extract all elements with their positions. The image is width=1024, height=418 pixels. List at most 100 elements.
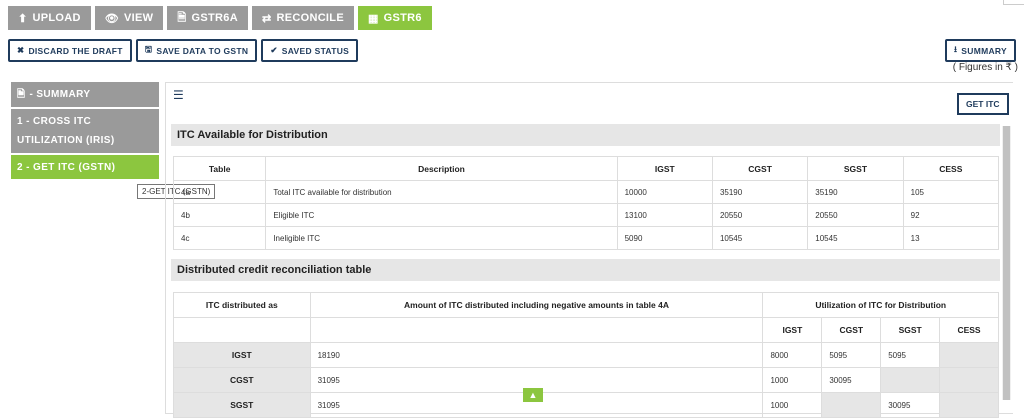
col-header: CESS <box>939 317 999 343</box>
action-bar: ✖ DISCARD THE DRAFT 🖫 SAVE DATA TO GSTN ✔ S… <box>8 39 359 62</box>
cell: 20550 <box>807 203 904 227</box>
button-label: SAVE DATA TO GSTN <box>156 45 249 56</box>
reconciliation-table: ITC distributed as Amount of ITC distrib… <box>173 292 999 418</box>
top-tabs: ⬆ UPLOAD 👁 VIEW 🗎 GSTR6A ⇄ RECONCILE ▦ GSTR6 <box>8 6 432 30</box>
tab-label: VIEW <box>124 12 154 24</box>
col-header: SGST <box>880 317 941 343</box>
row-label: IGST <box>173 342 311 368</box>
corner-edge <box>1003 0 1024 5</box>
cell <box>880 367 941 393</box>
cell: 1000 <box>762 392 823 418</box>
col-header: CESS <box>902 156 1000 181</box>
get-itc-button[interactable]: GET ITC <box>957 93 1009 115</box>
col-header: IGST <box>616 156 713 181</box>
cell: 4c <box>172 226 267 250</box>
table-row: CGST 31095 1000 30095 <box>173 367 999 393</box>
cell: 5090 <box>616 226 713 250</box>
cell: 35190 <box>711 180 809 204</box>
cell: Total ITC available for distribution <box>265 180 618 204</box>
cell: 10545 <box>711 226 809 250</box>
tab-upload[interactable]: ⬆ UPLOAD <box>8 6 91 30</box>
button-label: SUMMARY <box>961 45 1007 56</box>
cell: 10000 <box>616 180 713 204</box>
cell: 4b <box>172 203 267 227</box>
save-to-gstn-button[interactable]: 🖫 SAVE DATA TO GSTN <box>135 39 258 62</box>
cell: 1000 <box>762 367 823 393</box>
tab-label: GSTR6A <box>191 12 238 24</box>
cell: 35190 <box>807 180 904 204</box>
col-header: Description <box>265 156 618 181</box>
cell: 13100 <box>616 203 713 227</box>
row-label: SGST <box>173 392 311 418</box>
discard-draft-button[interactable]: ✖ DISCARD THE DRAFT <box>8 39 132 62</box>
table-row: SGST 31095 1000 30095 <box>173 392 999 418</box>
table-header-row: ITC distributed as Amount of ITC distrib… <box>173 292 999 318</box>
col-header: CGST <box>821 317 882 343</box>
cell: 10545 <box>807 226 904 250</box>
scrollbar-thumb[interactable] <box>1003 126 1010 400</box>
table-row: IGST 18190 8000 5095 5095 <box>173 342 999 368</box>
cell: Eligible ITC <box>265 203 618 227</box>
tab-gstr6a[interactable]: 🗎 GSTR6A <box>167 6 248 30</box>
saved-status-button[interactable]: ✔ SAVED STATUS <box>261 39 359 62</box>
cell: 8000 <box>762 342 823 368</box>
table-row: 4b Eligible ITC 13100 20550 20550 92 <box>172 203 1000 227</box>
col-header: Utilization of ITC for Distribution <box>762 292 999 318</box>
cell <box>939 367 999 393</box>
cell: Ineligible ITC <box>265 226 618 250</box>
tab-view[interactable]: 👁 VIEW <box>94 6 164 30</box>
tab-gstr6[interactable]: ▦ GSTR6 <box>357 6 432 30</box>
cell: 92 <box>902 203 1000 227</box>
cell: 105 <box>902 180 1000 204</box>
col-header: Amount of ITC distributed including nega… <box>309 292 764 318</box>
col-header: CGST <box>711 156 809 181</box>
chevron-up-icon: ▲ <box>528 390 538 400</box>
document-icon: 🗎 <box>177 11 187 24</box>
tab-reconcile[interactable]: ⇄ RECONCILE <box>251 6 354 30</box>
vertical-scrollbar[interactable] <box>1002 126 1011 400</box>
tab-label: RECONCILE <box>276 12 344 24</box>
tab-label: GSTR6 <box>383 12 422 24</box>
figures-note: ( Figures in ₹ ) <box>952 62 1018 73</box>
section-title-itc-available: ITC Available for Distribution <box>171 124 1000 146</box>
cell: 30095 <box>821 367 882 393</box>
sidebar-item-label: 2 - GET ITC (GSTN) <box>17 161 116 173</box>
tab-label: UPLOAD <box>32 12 81 24</box>
itc-available-table: Table Description IGST CGST SGST CESS 4a… <box>172 156 1000 250</box>
exchange-icon: ⇄ <box>261 12 272 25</box>
col-header: Table <box>172 156 267 181</box>
download-icon: ⭳ <box>954 43 958 54</box>
document-icon: 🗎 <box>17 89 26 100</box>
table-row: 4a Total ITC available for distribution … <box>172 180 1000 204</box>
cell: 18190 <box>309 342 764 368</box>
cell: 13 <box>902 226 1000 250</box>
col-header-empty <box>309 317 764 343</box>
check-icon: ✔ <box>270 45 278 55</box>
cell: 30095 <box>880 392 941 418</box>
col-header-empty <box>173 317 311 343</box>
table-header-row: Table Description IGST CGST SGST CESS <box>172 156 1000 181</box>
cell: 5095 <box>880 342 941 368</box>
cell: 20550 <box>711 203 809 227</box>
sidebar-item-get-itc[interactable]: 2 - GET ITC (GSTN) <box>11 155 159 179</box>
section-title-reconciliation: Distributed credit reconciliation table <box>171 259 1000 281</box>
close-icon: ✖ <box>17 45 25 55</box>
row-label: CGST <box>173 367 311 393</box>
sidebar-item-label: - SUMMARY <box>29 89 91 100</box>
cell <box>939 392 999 418</box>
summary-button[interactable]: ⭳ SUMMARY <box>945 39 1016 62</box>
table-row: 4c Ineligible ITC 5090 10545 10545 13 <box>172 226 1000 250</box>
col-header: ITC distributed as <box>173 292 311 318</box>
cell: 5095 <box>821 342 882 368</box>
cell <box>821 392 882 418</box>
menu-icon[interactable]: ☰ <box>173 88 184 102</box>
eye-icon: 👁 <box>104 12 120 25</box>
col-header: SGST <box>807 156 904 181</box>
cell: 4a <box>172 180 267 204</box>
sidebar: 🗎 - SUMMARY 1 - CROSS ITC UTILIZATION (IR… <box>11 82 159 181</box>
col-header: IGST <box>762 317 823 343</box>
sidebar-item-cross-itc[interactable]: 1 - CROSS ITC UTILIZATION (IRIS) <box>11 109 159 153</box>
grid-icon: ▦ <box>367 12 379 25</box>
sidebar-item-summary[interactable]: 🗎 - SUMMARY <box>11 82 159 107</box>
sidebar-item-label: 1 - CROSS ITC UTILIZATION (IRIS) <box>17 116 115 146</box>
